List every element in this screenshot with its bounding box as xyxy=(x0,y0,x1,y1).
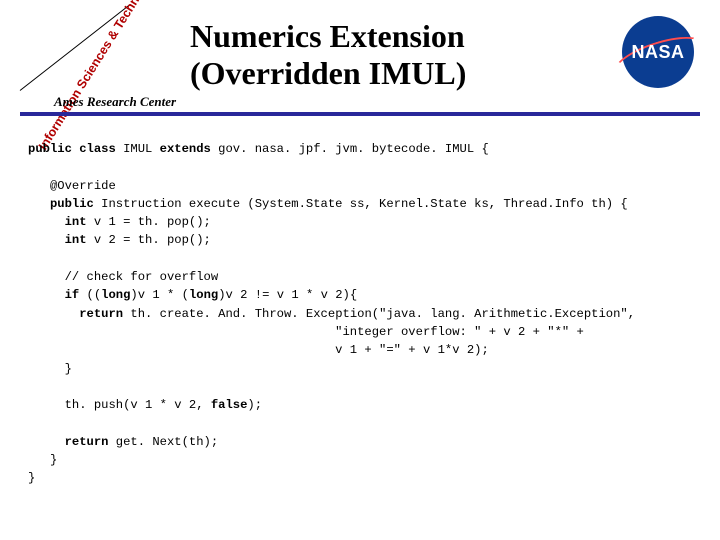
kw-int: int xyxy=(28,233,94,247)
code-text: v 2 = th. pop(); xyxy=(94,233,211,247)
code-text: v 1 = th. pop(); xyxy=(94,215,211,229)
slide-header: Information Sciences & Technology Ames R… xyxy=(0,0,720,120)
title-line-2: (Overridden IMUL) xyxy=(190,55,466,91)
title-line-1: Numerics Extension xyxy=(190,18,465,54)
code-text: )v 1 * ( xyxy=(130,288,189,302)
kw-extends: extends xyxy=(160,142,219,156)
header-rule xyxy=(20,112,700,116)
nasa-logo: NASA xyxy=(622,16,700,84)
code-text: get. Next(th); xyxy=(116,435,218,449)
code-text: @Override xyxy=(28,179,116,193)
badge-center-text: Ames Research Center xyxy=(54,94,176,110)
code-text: // check for overflow xyxy=(28,270,218,284)
code-text: } xyxy=(28,453,57,467)
code-text: } xyxy=(28,362,72,376)
kw-if: if xyxy=(28,288,87,302)
badge-divider xyxy=(20,4,131,91)
code-text: )v 2 != v 1 * v 2){ xyxy=(218,288,357,302)
kw-long: long xyxy=(101,288,130,302)
kw-public: public xyxy=(28,197,101,211)
code-text: th. create. And. Throw. Exception("java.… xyxy=(130,307,635,321)
badge-diagonal-text: Information Sciences & Technology xyxy=(36,0,160,152)
kw-long: long xyxy=(189,288,218,302)
code-text: gov. nasa. jpf. jvm. bytecode. IMUL { xyxy=(218,142,489,156)
code-text: th. push(v 1 * v 2, xyxy=(28,398,211,412)
slide-title: Numerics Extension (Overridden IMUL) xyxy=(190,18,466,92)
code-text: } xyxy=(28,471,35,485)
kw-return: return xyxy=(28,307,130,321)
code-text: (( xyxy=(87,288,102,302)
kw-public-class: public class xyxy=(28,142,123,156)
kw-int: int xyxy=(28,215,94,229)
ames-badge: Information Sciences & Technology Ames R… xyxy=(10,6,178,116)
code-block: public class IMUL extends gov. nasa. jpf… xyxy=(28,140,708,488)
kw-false: false xyxy=(211,398,248,412)
nasa-circle-icon: NASA xyxy=(622,16,694,88)
nasa-wordmark: NASA xyxy=(631,42,684,63)
code-text: ); xyxy=(247,398,262,412)
code-text: IMUL xyxy=(123,142,160,156)
kw-return: return xyxy=(28,435,116,449)
code-text: v 1 + "=" + v 1*v 2); xyxy=(28,343,489,357)
code-text: Instruction execute (System.State ss, Ke… xyxy=(101,197,628,211)
code-text: "integer overflow: " + v 2 + "*" + xyxy=(28,325,584,339)
